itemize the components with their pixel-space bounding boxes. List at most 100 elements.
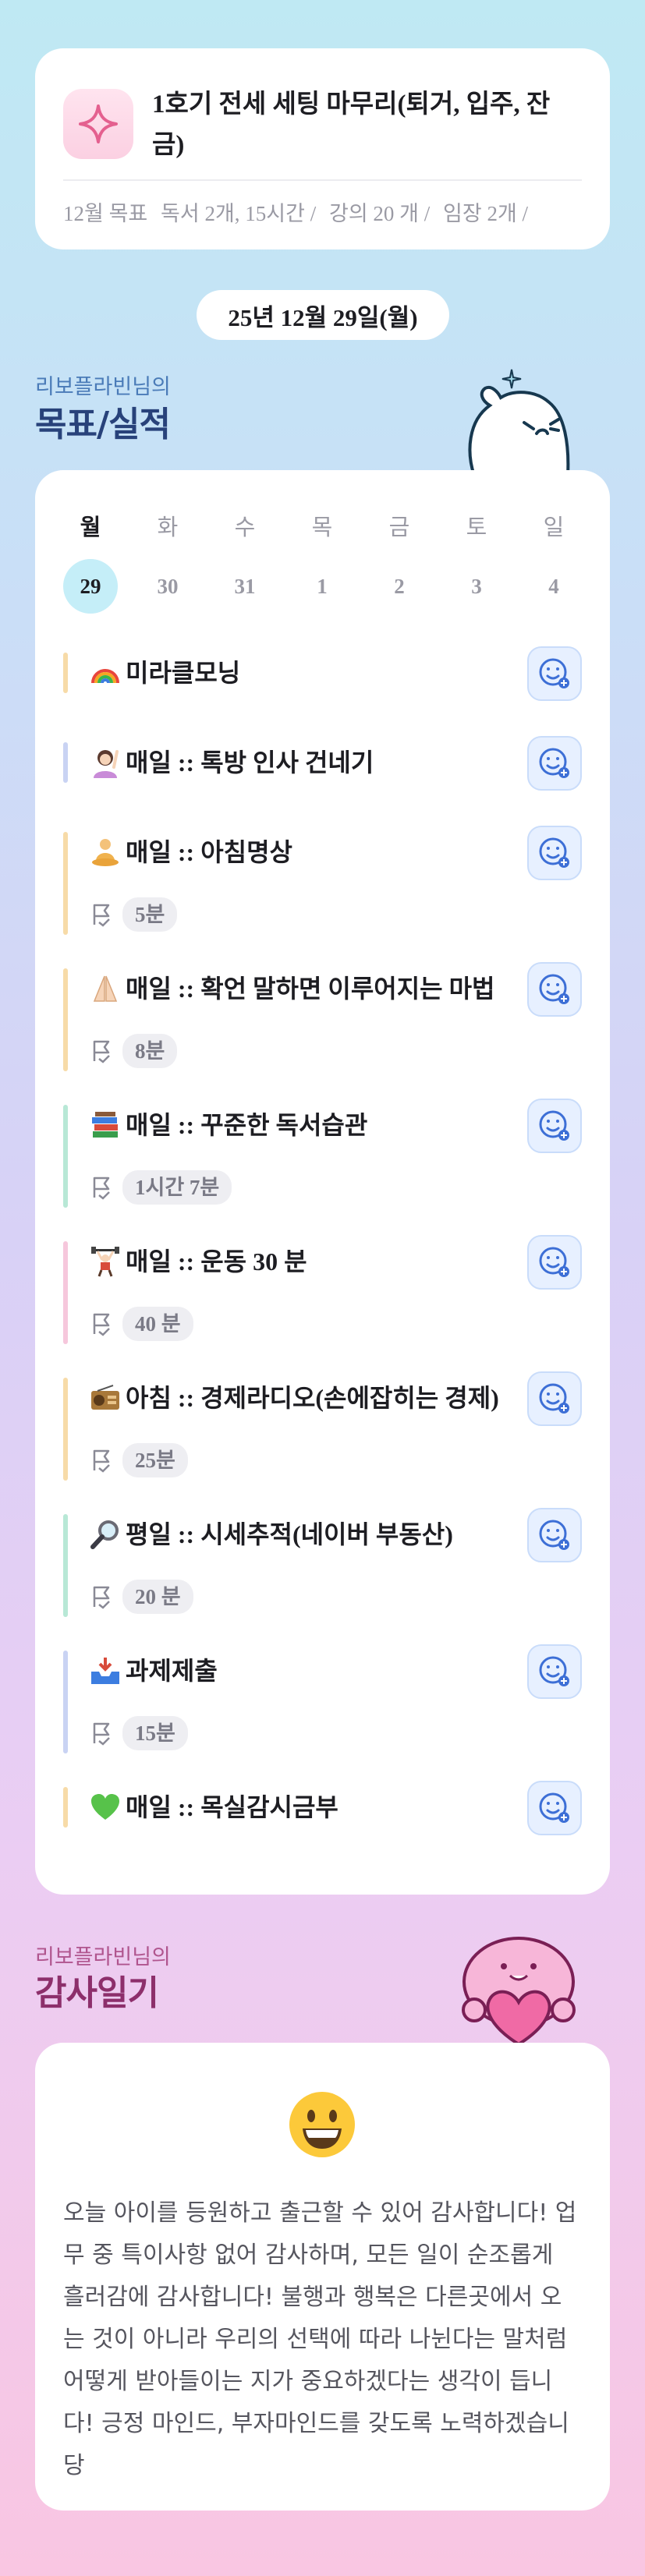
goal-meta: 12월 목표 독서 2개, 15시간 / 강의 20 개 / 임장 2개 / — [63, 196, 586, 227]
mood-button[interactable] — [527, 1371, 582, 1426]
mood-button[interactable] — [527, 1235, 582, 1290]
goal-item[interactable]: 아침 :: 경제라디오(손에잡히는 경제) 25분 — [63, 1371, 582, 1481]
weekday-label: 금 — [388, 515, 410, 540]
goal-meta-visit: 임장 2개 / — [443, 202, 529, 225]
goal-item[interactable]: 과제제출 15분 — [63, 1644, 582, 1753]
duration-row: 25분 — [88, 1440, 188, 1481]
flag-icon — [93, 1449, 110, 1473]
item-color-bar — [63, 1651, 68, 1753]
duration-row: 5분 — [88, 894, 178, 935]
goal-label: 매일 :: 목실감시금부 — [126, 1793, 338, 1821]
green-heart-icon — [88, 1787, 122, 1828]
flag-icon — [93, 1177, 110, 1200]
goal-item[interactable]: 매일 :: 꾸준한 독서습관 1시간 7분 — [63, 1099, 582, 1208]
item-color-bar — [63, 1378, 68, 1481]
goal-item[interactable]: 매일 :: 목실감시금부 — [63, 1781, 582, 1835]
goal-label: 매일 :: 아침명상 — [126, 838, 292, 866]
smile-plus-icon — [539, 974, 569, 1004]
duration-badge: 5분 — [122, 897, 178, 932]
item-color-bar — [63, 1514, 68, 1617]
date-2[interactable]: 2 — [372, 559, 427, 614]
inbox-tray-icon — [88, 1651, 122, 1691]
goal-meta-lecture: 강의 20 개 / — [328, 202, 431, 225]
goal-label: 매일 :: 톡방 인사 건네기 — [126, 748, 374, 777]
weekday-label: 화 — [157, 515, 179, 540]
goal-item[interactable]: 매일 :: 운동 30 분 40 분 — [63, 1235, 582, 1344]
duration-badge: 15분 — [122, 1716, 188, 1750]
goal-item[interactable]: 매일 :: 톡방 인사 건네기 — [63, 736, 582, 791]
item-color-bar — [63, 968, 68, 1071]
goal-label: 아침 :: 경제라디오(손에잡히는 경제) — [126, 1384, 499, 1412]
goal-item[interactable]: 매일 :: 아침명상 5분 — [63, 826, 582, 935]
date-29[interactable]: 29 — [63, 559, 118, 614]
date-pill[interactable]: 25년 12월 29일(월) — [197, 290, 449, 340]
goal-label: 과제제출 — [126, 1657, 218, 1685]
goal-label: 미라클모닝 — [126, 659, 241, 687]
duration-row: 8분 — [88, 1031, 178, 1071]
smile-plus-icon — [539, 658, 569, 688]
smile-plus-icon — [539, 1110, 569, 1141]
weekday-label: 일 — [543, 515, 565, 540]
meditation-icon — [88, 832, 122, 872]
radio-icon — [88, 1378, 122, 1418]
magnifier-icon — [88, 1514, 122, 1555]
date-31[interactable]: 31 — [218, 559, 272, 614]
heart-mascot-icon — [452, 1935, 585, 2047]
weekday-label: 수 — [234, 515, 256, 540]
mood-button[interactable] — [527, 1644, 582, 1699]
goal-meta-label: 12월 목표 — [63, 202, 148, 225]
goal-label: 매일 :: 운동 30 분 — [126, 1247, 307, 1276]
books-icon — [88, 1105, 122, 1145]
ghost-mascot-icon — [459, 366, 576, 477]
goal-label: 매일 :: 꾸준한 독서습관 — [126, 1111, 368, 1139]
duration-row: 15분 — [88, 1713, 188, 1753]
date-30[interactable]: 30 — [140, 559, 195, 614]
smile-plus-icon — [539, 1520, 569, 1550]
item-color-bar — [63, 742, 68, 783]
duration-badge: 8분 — [122, 1034, 178, 1068]
flag-icon — [93, 1586, 110, 1609]
goal-item[interactable]: 미라클모닝 — [63, 646, 582, 701]
mood-button[interactable] — [527, 962, 582, 1017]
weekday-label: 토 — [466, 515, 487, 540]
date-1[interactable]: 1 — [295, 559, 349, 614]
item-color-bar — [63, 653, 68, 693]
smile-plus-icon — [539, 1383, 569, 1414]
goal-label: 매일 :: 확언 말하면 이루어지는 마법 — [126, 975, 495, 1003]
date-3[interactable]: 3 — [449, 559, 504, 614]
mood-button[interactable] — [527, 826, 582, 880]
smile-plus-icon — [539, 1792, 569, 1823]
date-4[interactable]: 4 — [526, 559, 581, 614]
mood-button[interactable] — [527, 736, 582, 791]
mood-button[interactable] — [527, 1781, 582, 1835]
flag-icon — [93, 1313, 110, 1336]
mood-button[interactable] — [527, 646, 582, 701]
goal-item[interactable]: 평일 :: 시세추적(네이버 부동산) 20 분 — [63, 1508, 582, 1617]
person-raising-hand-icon — [88, 742, 122, 783]
week-strip: 월 화 수 목 금 토 일 29 30 31 1 2 3 4 — [63, 509, 582, 615]
duration-row: 1시간 7분 — [88, 1167, 232, 1208]
sparkle-icon — [63, 89, 133, 159]
duration-row: 20 분 — [88, 1576, 193, 1617]
duration-badge: 20 분 — [122, 1580, 193, 1614]
item-color-bar — [63, 1787, 68, 1828]
folded-hands-icon — [88, 968, 122, 1009]
weightlifter-icon — [88, 1241, 122, 1282]
section-title: 감사일기 — [35, 1973, 159, 2013]
smile-plus-icon — [539, 837, 569, 868]
mood-button[interactable] — [527, 1099, 582, 1153]
monthly-goal-card[interactable]: 1호기 전세 세팅 마무리(퇴거, 입주, 잔금) 12월 목표 독서 2개, … — [35, 48, 610, 249]
gratitude-card[interactable]: 오늘 아이를 등원하고 출근할 수 있어 감사합니다! 업무 중 특이사항 없어… — [35, 2043, 610, 2511]
goal-label: 평일 :: 시세추적(네이버 부동산) — [126, 1520, 453, 1548]
gratitude-text: 오늘 아이를 등원하고 출근할 수 있어 감사합니다! 업무 중 특이사항 없어… — [63, 2199, 577, 2479]
duration-badge: 40 분 — [122, 1307, 193, 1341]
flag-icon — [93, 1040, 110, 1063]
goals-card: 월 화 수 목 금 토 일 29 30 31 1 2 3 4 미라클모닝 매일 … — [35, 470, 610, 1895]
rainbow-icon — [88, 653, 122, 693]
section-title: 목표/실적 — [35, 405, 171, 444]
flag-icon — [93, 904, 110, 927]
smile-plus-icon — [539, 1247, 569, 1277]
goal-item[interactable]: 매일 :: 확언 말하면 이루어지는 마법 8분 — [63, 962, 582, 1071]
mood-button[interactable] — [527, 1508, 582, 1562]
item-color-bar — [63, 1241, 68, 1344]
